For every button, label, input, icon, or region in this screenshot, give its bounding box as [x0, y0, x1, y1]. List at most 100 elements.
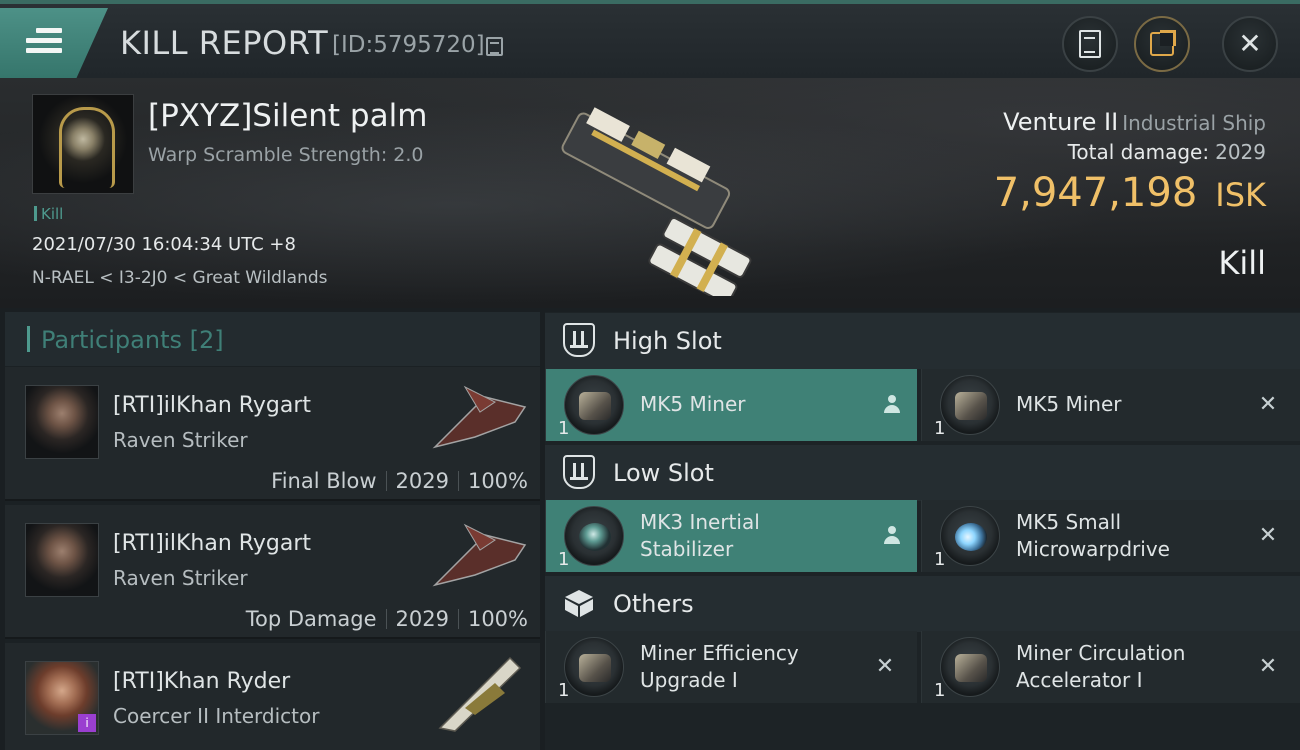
victim-ship-image	[561, 107, 752, 296]
module-item[interactable]: 1 MK5 Small Microwarpdrive ✕	[921, 500, 1300, 572]
low-slot-header: Low Slot	[545, 445, 1300, 501]
module-name: MK3 Inertial Stabilizer	[640, 509, 860, 563]
module-name-line: Microwarpdrive	[1016, 537, 1170, 561]
destroyed-x-icon: ✕	[1258, 523, 1278, 548]
participants-title: Participants [2]	[41, 326, 224, 354]
module-name-line: Upgrade I	[640, 668, 738, 692]
module-name-line: Miner Circulation	[1016, 641, 1186, 665]
module-quantity: 1	[934, 680, 946, 701]
share-icon	[1150, 30, 1176, 56]
avatar	[25, 523, 99, 597]
avatar	[25, 385, 99, 459]
destroyed-x-icon: ✕	[1258, 654, 1278, 679]
participant-percent: 100%	[467, 469, 528, 493]
module-name-line: Miner Efficiency	[640, 641, 799, 665]
module-item[interactable]: 1 MK3 Inertial Stabilizer	[545, 500, 917, 572]
close-button[interactable]: ✕	[1222, 16, 1278, 72]
high-slot-icon	[563, 323, 595, 357]
header-bar: KILL REPORT [ID:5795720] ✕	[0, 0, 1300, 80]
isk-unit: ISK	[1215, 176, 1266, 214]
miner-module-icon	[564, 375, 624, 435]
hamburger-icon	[26, 28, 62, 58]
isk-value: 7,947,198 ISK	[994, 170, 1266, 216]
others-header: Others	[545, 576, 1300, 632]
miner-module-icon	[940, 375, 1000, 435]
module-item[interactable]: 1 MK5 Miner	[545, 369, 917, 441]
participant-role: Final Blow	[271, 469, 377, 493]
participant-card[interactable]: [RTI]ilKhan Rygart Raven Striker Top Dam…	[5, 505, 540, 639]
rig-module-icon	[564, 637, 624, 697]
participant-damage: 2029	[395, 469, 449, 493]
low-slot-icon	[563, 455, 595, 489]
module-name: MK5 Miner	[1016, 392, 1122, 416]
accent-bar	[27, 326, 30, 352]
person-icon	[883, 526, 901, 546]
warp-scramble-strength: Warp Scramble Strength: 2.0	[148, 144, 424, 166]
module-name-line: MK3 Inertial	[640, 510, 760, 534]
low-slot-label: Low Slot	[613, 459, 714, 487]
participant-ship-image	[432, 523, 527, 587]
victim-portrait[interactable]	[32, 94, 134, 194]
participant-ship: Raven Striker	[113, 428, 248, 452]
total-damage: Total damage: 2029	[1068, 140, 1266, 164]
cube-icon	[565, 590, 593, 617]
participant-name: [RTI]Khan Ryder	[113, 669, 291, 694]
module-name-line: Accelerator I	[1016, 668, 1143, 692]
document-icon	[1079, 30, 1101, 58]
high-slot-header: High Slot	[545, 313, 1300, 369]
result-text: Kill	[1218, 244, 1266, 282]
module-item[interactable]: 1 Miner Efficiency Upgrade I ✕	[545, 631, 917, 703]
module-quantity: 1	[934, 418, 946, 439]
kill-summary: [PXYZ]Silent palm Warp Scramble Strength…	[0, 78, 1300, 308]
report-button[interactable]	[1062, 16, 1118, 72]
report-id: [ID:5795720]	[332, 32, 485, 58]
participant-card[interactable]: [RTI]ilKhan Rygart Raven Striker Final B…	[5, 367, 540, 501]
share-button[interactable]	[1134, 16, 1190, 72]
others-label: Others	[613, 590, 694, 618]
rig-module-icon	[940, 637, 1000, 697]
participant-stats: Final Blow 2029 100%	[271, 469, 528, 493]
participant-card[interactable]: i [RTI]Khan Ryder Coercer II Interdictor	[5, 643, 540, 750]
module-item[interactable]: 1 MK5 Miner ✕	[921, 369, 1300, 441]
fitting-panel: High Slot 1 MK5 Miner 1 MK5 Miner ✕ Low …	[545, 312, 1300, 750]
page-title: KILL REPORT	[120, 24, 329, 62]
participants-panel: Participants [2] [RTI]ilKhan Rygart Rave…	[5, 312, 540, 750]
microwarpdrive-module-icon	[940, 506, 1000, 566]
module-name: Miner Efficiency Upgrade I	[640, 640, 860, 694]
module-name: MK5 Miner	[640, 392, 746, 416]
participants-count: [2]	[189, 326, 224, 354]
participant-ship: Raven Striker	[113, 566, 248, 590]
participant-ship-image	[438, 656, 522, 732]
participant-name: [RTI]ilKhan Rygart	[113, 393, 312, 418]
avatar: i	[25, 661, 99, 735]
person-icon	[883, 395, 901, 415]
participant-role: Top Damage	[245, 607, 377, 631]
ship-class: Industrial Ship	[1122, 111, 1266, 135]
destroyed-x-icon: ✕	[1258, 392, 1278, 417]
participant-stats: Top Damage 2029 100%	[246, 607, 528, 631]
module-quantity: 1	[558, 680, 570, 701]
total-damage-value: 2029	[1215, 140, 1266, 164]
kill-location: N-RAEL < I3-2J0 < Great Wildlands	[32, 268, 328, 288]
high-slot-label: High Slot	[613, 327, 722, 355]
participant-ship-image	[432, 385, 527, 449]
menu-button[interactable]	[0, 8, 108, 80]
total-damage-label: Total damage:	[1067, 140, 1210, 164]
copy-id-icon[interactable]	[486, 37, 503, 56]
destroyed-x-icon: ✕	[875, 654, 895, 679]
module-item[interactable]: 1 Miner Circulation Accelerator I ✕	[921, 631, 1300, 703]
module-name: Miner Circulation Accelerator I	[1016, 640, 1236, 694]
participants-title-text: Participants	[41, 326, 182, 354]
module-quantity: 1	[558, 549, 570, 570]
close-icon: ✕	[1238, 27, 1262, 60]
participant-percent: 100%	[467, 607, 528, 631]
participants-header: Participants [2]	[5, 312, 540, 366]
kill-tag: Kill	[34, 205, 63, 223]
participant-damage: 2029	[395, 607, 449, 631]
victim-name: [PXYZ]Silent palm	[148, 98, 428, 134]
participant-ship: Coercer II Interdictor	[113, 704, 320, 728]
module-name-line: Stabilizer	[640, 537, 734, 561]
participant-name: [RTI]ilKhan Rygart	[113, 531, 312, 556]
stabilizer-module-icon	[564, 506, 624, 566]
module-name: MK5 Small Microwarpdrive	[1016, 509, 1236, 563]
